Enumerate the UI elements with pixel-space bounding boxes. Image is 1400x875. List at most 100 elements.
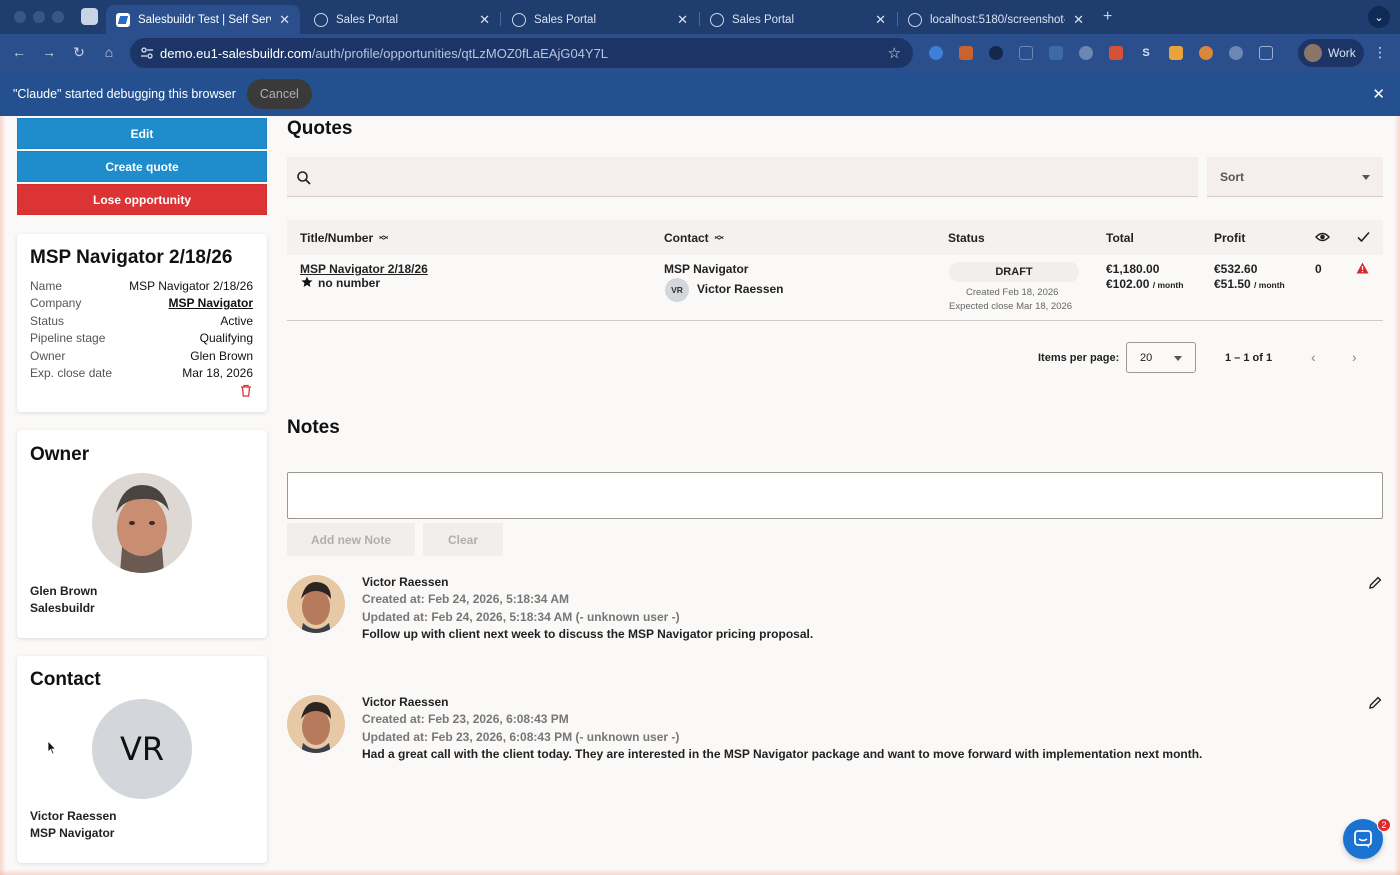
detail-row-name: Name MSP Navigator 2/18/26 xyxy=(30,279,253,296)
site-settings-icon[interactable] xyxy=(140,46,154,60)
company-link[interactable]: MSP Navigator xyxy=(169,296,253,313)
owner-avatar xyxy=(92,473,192,573)
total-monthly: €102.00 / month xyxy=(1106,277,1183,291)
debug-glow-bottom xyxy=(0,869,1400,875)
pencil-icon[interactable] xyxy=(1367,695,1383,711)
previous-page-icon[interactable]: ‹ xyxy=(1311,349,1316,365)
items-per-page-select[interactable]: 20 xyxy=(1126,342,1196,373)
note-body: Follow up with client next week to discu… xyxy=(362,627,814,641)
edit-button[interactable]: Edit xyxy=(17,118,267,149)
tab-salesbuildr[interactable]: Salesbuildr Test | Self Service ✕ xyxy=(106,5,300,34)
profit-once: €532.60 xyxy=(1214,262,1258,276)
quote-expected-close: Expected close Mar 18, 2026 xyxy=(949,301,1073,312)
contact-mini-avatar: VR xyxy=(665,278,689,302)
per-month-label: / month xyxy=(1152,280,1184,290)
tab-sales-portal-1[interactable]: Sales Portal ✕ xyxy=(304,5,500,34)
tab-search-chevron-icon[interactable]: ⌄ xyxy=(1368,6,1390,28)
note-textarea[interactable] xyxy=(288,473,1382,518)
tab-close-icon[interactable]: ✕ xyxy=(279,12,290,28)
back-arrow-icon[interactable]: ← xyxy=(10,44,28,60)
sort-select[interactable]: Sort xyxy=(1207,157,1383,197)
profit-monthly-value: €51.50 xyxy=(1214,277,1251,291)
search-input[interactable] xyxy=(321,157,1181,197)
chat-unread-badge: 2 xyxy=(1377,818,1391,832)
tab-sales-portal-3[interactable]: Sales Portal ✕ xyxy=(700,5,896,34)
detail-key: Owner xyxy=(30,349,66,363)
sort-arrows-icon[interactable]: ︿ ﹀ xyxy=(715,231,724,246)
create-quote-button[interactable]: Create quote xyxy=(17,151,267,182)
lose-opportunity-button[interactable]: Lose opportunity xyxy=(17,184,267,215)
address-bar[interactable]: demo.eu1-salesbuildr.com/auth/profile/op… xyxy=(130,38,913,68)
next-page-icon[interactable]: › xyxy=(1352,349,1357,365)
tab-close-icon[interactable]: ✕ xyxy=(677,12,688,28)
url-path: /auth/profile/opportunities/qtLzMOZ0fLaE… xyxy=(311,45,609,61)
home-icon[interactable]: ⌂ xyxy=(100,44,118,60)
bookmark-star-icon[interactable]: ☆ xyxy=(888,44,901,62)
extension-tag-icon[interactable] xyxy=(1049,46,1063,60)
detail-row-company: Company MSP Navigator xyxy=(30,296,253,313)
globe-icon xyxy=(908,12,922,27)
contact-heading: Contact xyxy=(30,669,101,690)
globe-icon xyxy=(710,12,724,27)
extension-s-icon[interactable]: S xyxy=(1139,46,1153,60)
pencil-icon[interactable] xyxy=(1367,575,1383,591)
extension-orange-icon[interactable] xyxy=(959,46,973,60)
trash-icon[interactable] xyxy=(240,384,252,397)
note-author-avatar xyxy=(287,575,345,633)
window-zoom-dot[interactable] xyxy=(52,11,64,23)
extensions-puzzle-icon[interactable] xyxy=(1259,46,1273,60)
table-row[interactable]: MSP Navigator 2/18/26 no number MSP Navi… xyxy=(287,255,1383,321)
detail-key: Pipeline stage xyxy=(30,331,106,345)
password-manager-extension-icon[interactable] xyxy=(929,46,943,60)
debug-cancel-button[interactable]: Cancel xyxy=(246,79,312,109)
note-created: Created at: Feb 24, 2026, 5:18:34 AM xyxy=(362,592,569,606)
opportunity-card: MSP Navigator 2/18/26 Name MSP Navigator… xyxy=(17,234,267,412)
extension-red-icon[interactable] xyxy=(1109,46,1123,60)
clear-button[interactable]: Clear xyxy=(423,523,503,556)
detail-row-status: Status Active xyxy=(30,314,253,331)
tab-groups-icon[interactable] xyxy=(81,8,98,25)
tab-label: Sales Portal xyxy=(534,13,597,26)
debug-message: "Claude" started debugging this browser xyxy=(13,87,236,101)
detail-value: Active xyxy=(220,314,253,328)
extension-bookmark-icon[interactable] xyxy=(1169,46,1183,60)
new-tab-icon[interactable]: + xyxy=(1103,8,1112,26)
detail-value: MSP Navigator 2/18/26 xyxy=(129,279,253,293)
quote-title-link[interactable]: MSP Navigator 2/18/26 xyxy=(300,262,428,276)
extension-check-icon[interactable] xyxy=(1229,46,1243,60)
quotes-table-header: Title/Number ︿ ﹀ Contact ︿ ﹀ Status Total … xyxy=(287,220,1383,255)
status-badge: DRAFT xyxy=(949,262,1079,282)
column-title-number[interactable]: Title/Number ︿ ﹀ xyxy=(300,231,388,246)
reload-icon[interactable]: ↻ xyxy=(70,44,88,61)
close-icon[interactable]: ✕ xyxy=(1372,85,1385,103)
note-updated: Updated at: Feb 23, 2026, 6:08:43 PM (- … xyxy=(362,730,680,744)
column-contact[interactable]: Contact ︿ ﹀ xyxy=(664,231,724,246)
tab-sales-portal-2[interactable]: Sales Portal ✕ xyxy=(502,5,698,34)
tab-localhost-screenshot[interactable]: localhost:5180/screenshot-sa ✕ xyxy=(898,5,1094,34)
extension-asterisk-icon[interactable] xyxy=(989,46,1003,60)
window-minimize-dot[interactable] xyxy=(33,11,45,23)
mouse-cursor-icon xyxy=(47,740,57,755)
contact-avatar: VR xyxy=(92,699,192,799)
detail-key: Exp. close date xyxy=(30,366,113,380)
globe-icon xyxy=(314,12,328,27)
column-status: Status xyxy=(948,231,985,245)
add-note-button[interactable]: Add new Note xyxy=(287,523,415,556)
star-icon[interactable] xyxy=(301,276,313,288)
items-per-page-label: Items per page: xyxy=(1038,352,1120,364)
tab-close-icon[interactable]: ✕ xyxy=(875,12,886,28)
forward-arrow-icon[interactable]: → xyxy=(40,44,58,60)
extension-screen-icon[interactable] xyxy=(1019,46,1033,60)
tab-close-icon[interactable]: ✕ xyxy=(1073,12,1084,28)
column-label: Title/Number xyxy=(300,231,374,245)
column-profit: Profit xyxy=(1214,231,1246,245)
profit-monthly: €51.50 / month xyxy=(1214,277,1285,291)
extension-sunburst-icon[interactable] xyxy=(1199,46,1213,60)
window-close-dot[interactable] xyxy=(14,11,26,23)
browser-menu-icon[interactable]: ⋮ xyxy=(1373,44,1387,61)
profile-button[interactable]: Work xyxy=(1298,39,1364,67)
tab-close-icon[interactable]: ✕ xyxy=(479,12,490,28)
extension-vpn-icon[interactable] xyxy=(1079,46,1093,60)
total-once: €1,180.00 xyxy=(1106,262,1160,276)
sort-arrows-icon[interactable]: ︿ ﹀ xyxy=(379,231,388,246)
